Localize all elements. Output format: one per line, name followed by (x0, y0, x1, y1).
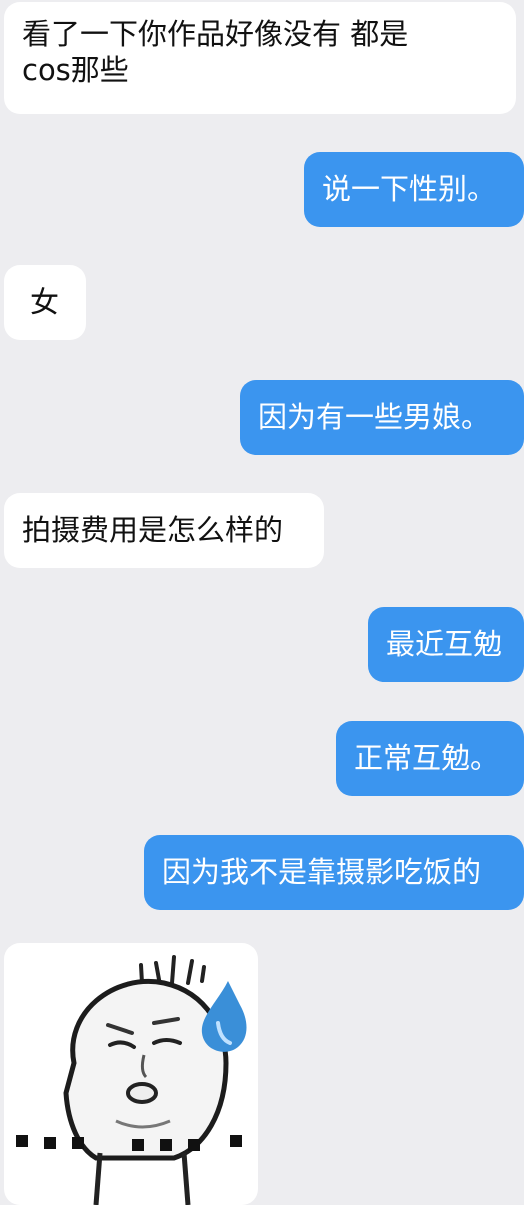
message-bubble-outgoing[interactable]: 说一下性别。 (304, 152, 524, 227)
message-bubble-outgoing[interactable]: 正常互勉。 (336, 721, 524, 796)
message-text: 因为有一些男娘。 (258, 400, 491, 434)
message-text: 因为我不是靠摄影吃饭的 (162, 855, 482, 889)
message-text: 女 (30, 285, 60, 319)
sweating-face-sticker-icon (16, 955, 247, 1205)
sticker-image[interactable] (4, 943, 258, 1205)
message-bubble-incoming[interactable]: 看了一下你作品好像没有 都是 cos那些 (4, 2, 516, 114)
chat-thread: 看了一下你作品好像没有 都是 cos那些 说一下性别。 女 因为有一些男娘。 拍… (0, 0, 524, 1205)
message-bubble-incoming[interactable]: 女 (4, 265, 86, 340)
message-bubble-outgoing[interactable]: 因为有一些男娘。 (240, 380, 524, 455)
message-text-line: cos那些 (22, 53, 129, 87)
message-text: 正常互勉。 (354, 741, 500, 775)
message-text: 说一下性别。 (322, 172, 497, 206)
message-bubble-outgoing[interactable]: 因为我不是靠摄影吃饭的 (144, 835, 524, 910)
message-bubble-outgoing[interactable]: 最近互勉 (368, 607, 524, 682)
message-text: 最近互勉 (386, 627, 503, 661)
message-bubble-incoming[interactable]: 拍摄费用是怎么样的 (4, 493, 324, 568)
message-text-line: 看了一下你作品好像没有 都是 (22, 17, 409, 51)
message-text: 拍摄费用是怎么样的 (22, 513, 284, 547)
